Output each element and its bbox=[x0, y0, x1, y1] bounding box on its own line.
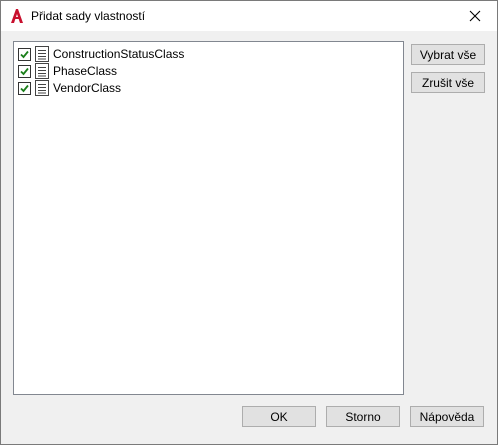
dialog-window: Přidat sady vlastností ConstructionStatu… bbox=[0, 0, 498, 445]
list-item-label: ConstructionStatusClass bbox=[53, 47, 185, 61]
close-icon bbox=[469, 10, 481, 22]
list-item[interactable]: PhaseClass bbox=[18, 63, 117, 79]
checkbox-checked[interactable] bbox=[18, 47, 31, 61]
list-item-label: PhaseClass bbox=[53, 64, 118, 78]
property-set-icon bbox=[35, 80, 49, 96]
list-item-label: VendorClass bbox=[53, 81, 122, 95]
help-button[interactable]: Nápověda bbox=[410, 406, 484, 427]
ok-button[interactable]: OK bbox=[242, 406, 316, 427]
property-set-list[interactable]: ConstructionStatusClass PhaseClass Vendo… bbox=[13, 41, 404, 395]
cancel-button[interactable]: Storno bbox=[326, 406, 400, 427]
dialog-title: Přidat sady vlastností bbox=[31, 9, 146, 23]
checkmark-icon bbox=[20, 84, 29, 92]
list-item[interactable]: ConstructionStatusClass bbox=[18, 46, 184, 62]
property-set-icon bbox=[35, 63, 49, 79]
checkmark-icon bbox=[20, 67, 29, 75]
title-bar[interactable]: Přidat sady vlastností bbox=[1, 1, 497, 31]
clear-all-button[interactable]: Zrušit vše bbox=[411, 72, 485, 93]
property-set-icon bbox=[35, 46, 49, 62]
autocad-logo-icon bbox=[11, 9, 23, 23]
checkmark-icon bbox=[20, 50, 29, 58]
select-all-button[interactable]: Vybrat vše bbox=[411, 44, 485, 65]
checkbox-checked[interactable] bbox=[18, 81, 31, 95]
checkbox-checked[interactable] bbox=[18, 64, 31, 78]
list-item[interactable]: VendorClass bbox=[18, 80, 121, 96]
close-button[interactable] bbox=[453, 1, 497, 31]
